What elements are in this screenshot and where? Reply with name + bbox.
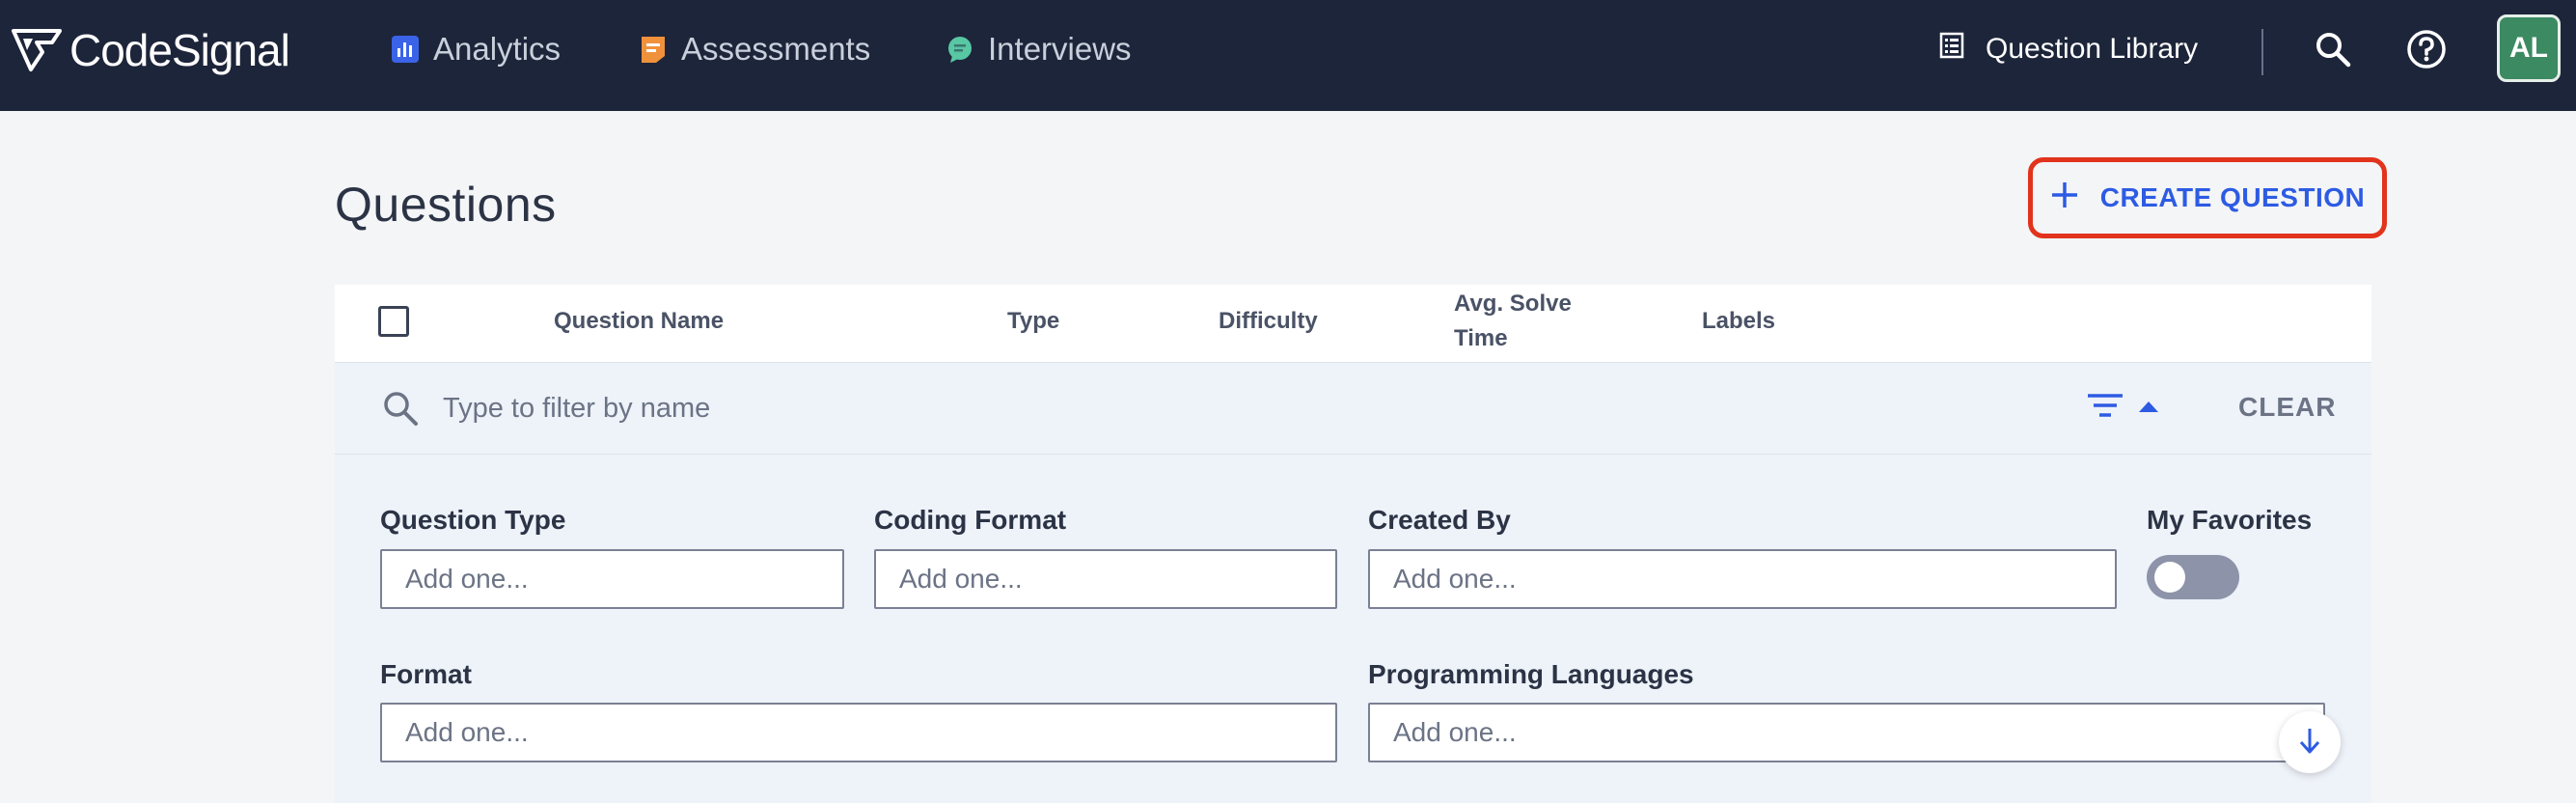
select-all-checkbox[interactable] xyxy=(378,306,409,337)
filter-by-name-input[interactable] xyxy=(441,382,1892,434)
question-type-label: Question Type xyxy=(380,505,566,535)
my-favorites-toggle[interactable] xyxy=(2147,555,2239,599)
nav-analytics[interactable]: Analytics xyxy=(391,27,561,71)
create-question-label: CREATE QUESTION xyxy=(2099,182,2366,212)
nav-assessments[interactable]: Assessments xyxy=(639,27,870,71)
plus-icon xyxy=(2050,180,2079,216)
column-type[interactable]: Type xyxy=(1007,304,1059,339)
search-icon xyxy=(381,389,420,432)
column-question-name[interactable]: Question Name xyxy=(554,304,724,339)
codesignal-logo-icon xyxy=(12,29,62,71)
interviews-icon xyxy=(945,35,974,64)
codesignal-logo[interactable]: CodeSignal xyxy=(10,21,290,79)
created-by-label: Created By xyxy=(1368,505,1511,535)
format-label: Format xyxy=(380,659,472,689)
nav-assessments-label: Assessments xyxy=(681,31,871,67)
table-header: Question Name Type Difficulty Avg. Solve… xyxy=(335,285,2371,363)
coding-format-label: Coding Format xyxy=(874,505,1067,535)
column-labels[interactable]: Labels xyxy=(1702,304,1775,339)
question-type-input[interactable] xyxy=(380,549,844,609)
nav-interviews[interactable]: Interviews xyxy=(945,27,1132,71)
filter-options-toggle[interactable] xyxy=(2086,392,2159,426)
help-icon[interactable] xyxy=(2404,27,2449,71)
programming-languages-input[interactable] xyxy=(1368,703,2325,762)
scroll-down-button[interactable] xyxy=(2279,711,2341,773)
page-title: Questions xyxy=(335,178,557,232)
programming-languages-label: Programming Languages xyxy=(1368,659,1694,689)
format-input[interactable] xyxy=(380,703,1337,762)
nav-analytics-label: Analytics xyxy=(433,31,562,67)
question-library-icon xyxy=(1939,32,1964,67)
filter-panel: Question Type Coding Format Created By M… xyxy=(335,455,2371,803)
column-avg-solve-time[interactable]: Avg. Solve Time xyxy=(1454,287,1608,356)
caret-up-icon xyxy=(2138,400,2159,418)
clear-filters-button[interactable]: CLEAR xyxy=(2238,392,2336,423)
top-navigation-bar: CodeSignal Analytics Assessments Intervi… xyxy=(0,0,2576,111)
create-question-button[interactable]: CREATE QUESTION xyxy=(2028,157,2387,238)
question-library-label: Question Library xyxy=(1986,33,2199,65)
analytics-icon xyxy=(391,35,420,64)
search-icon[interactable] xyxy=(2311,27,2355,71)
avatar-initials: AL xyxy=(2509,32,2548,64)
toggle-knob xyxy=(2154,562,2185,593)
logo-text: CodeSignal xyxy=(69,25,290,75)
user-avatar[interactable]: AL xyxy=(2497,14,2561,82)
question-library-link[interactable]: Question Library xyxy=(1939,27,2198,71)
filter-icon xyxy=(2086,392,2124,426)
nav-interviews-label: Interviews xyxy=(988,31,1132,67)
assessments-icon xyxy=(639,35,668,64)
coding-format-input[interactable] xyxy=(874,549,1337,609)
created-by-input[interactable] xyxy=(1368,549,2117,609)
my-favorites-label: My Favorites xyxy=(2147,505,2313,535)
column-difficulty[interactable]: Difficulty xyxy=(1219,304,1318,339)
arrow-down-icon xyxy=(2296,726,2323,760)
filter-search-row: CLEAR xyxy=(335,363,2371,455)
header-divider xyxy=(2261,29,2263,75)
